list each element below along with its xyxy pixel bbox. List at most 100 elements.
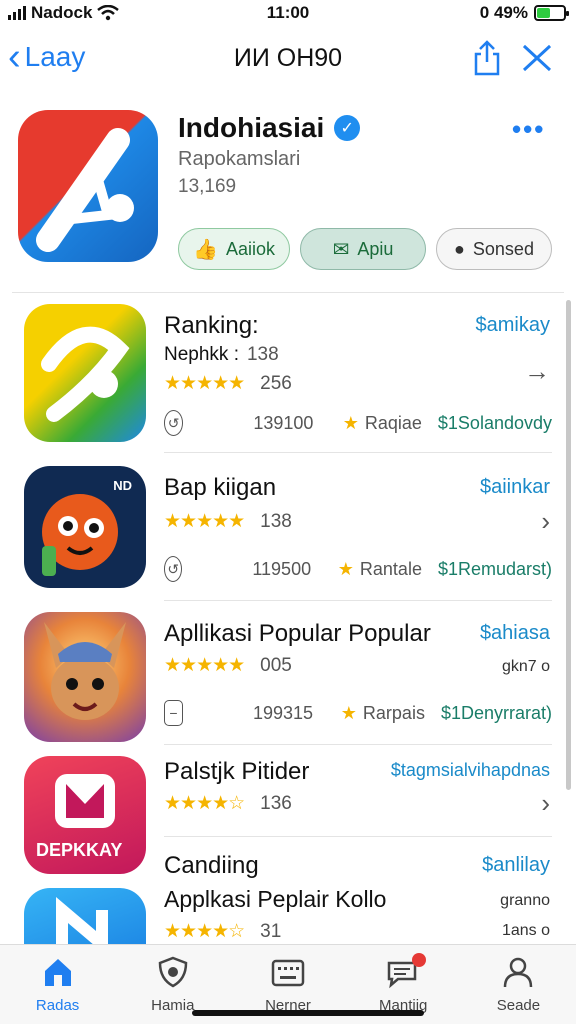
app-price[interactable]: $anlilay [482,854,550,877]
list-item[interactable]: ND Bap kiigan $aiinkar ★★★★★ 138 › ↺ 119… [0,462,560,602]
app-stats: ↺ 139100 ★ Raqiae $1Solandovdy [164,410,552,436]
featured-app-subtitle: Rapokamslari [178,148,301,170]
battery-percent: 0 49% [479,3,528,22]
action-button-1[interactable]: 👍 Aaiiok [178,228,290,270]
keyboard-icon [271,959,305,987]
n-logo-icon [56,897,108,948]
rating-stars: ★★★★★ [164,511,245,532]
chevron-right-icon[interactable]: › [541,788,550,819]
tag-label: Rantale [359,558,422,579]
tab-label: Hamia [151,997,195,1014]
person-icon [504,957,533,988]
ranking-tag: ★ Rarpais [341,703,425,724]
list-item[interactable]: Candiing Applkasi Peplair Kollo $anlilay… [0,846,560,948]
side-note-2: 1ans o [501,922,550,939]
rating-count: 136 [260,792,292,814]
list-item[interactable]: Ranking: $amikay Nephkk : 138 ★★★★★ 256 … [0,300,560,450]
star-icon: ★ [337,558,354,579]
list-item[interactable]: Apllikasi Popular Popular $ahiasa ★★★★★ … [0,610,560,742]
side-note: gkn7 o [501,658,550,675]
app-title: Apllikasi Popular Popular [164,620,431,647]
action-button-2[interactable]: ✉ Apiu [300,228,426,270]
rating-stars: ★★★★☆ [164,793,245,814]
more-options-icon[interactable]: ••• [512,114,545,145]
clock-icon: ↺ [164,410,184,436]
battery-icon [534,5,569,21]
app-rating: ★★★★☆ 31 [164,920,281,943]
brand-mark-icon [36,128,134,252]
app-icon [24,612,146,742]
developer-link[interactable]: $1Denyrrarat) [441,703,552,724]
divider [164,744,552,745]
pin-icon: ● [454,238,465,259]
notification-badge [411,953,426,967]
scrollbar[interactable] [566,300,571,790]
app-title: Candiing [164,852,259,879]
action-button-3[interactable]: ● Sonsed [436,228,552,270]
tag-label: Rarpais [362,702,425,723]
app-name-text: Indohiasiai [178,112,325,143]
verified-icon: ✓ [334,115,361,141]
divider [164,600,552,601]
app-icon [24,304,146,442]
app-price[interactable]: $ahiasa [480,622,550,645]
rating-count: 31 [260,920,282,942]
ranking-tag: ★ Raqiae [343,413,422,434]
developer-link[interactable]: $1Solandovdy [438,413,552,434]
downloads-count: 119500 [252,558,312,579]
divider [164,452,552,453]
divider [164,836,552,837]
star-icon: ★ [340,702,357,723]
action-button-3-label: Sonsed [472,238,534,259]
star-icon: ★ [342,412,359,433]
share-icon[interactable] [472,40,502,76]
featured-app-name: Indohiasiai ✓ [178,112,361,144]
app-price[interactable]: $amikay [476,314,550,337]
developer-link[interactable]: $1Remudarst) [438,559,552,580]
app-rating: ★★★★★ 138 [164,510,292,533]
tab-label: Seade [496,997,541,1014]
chevron-right-icon[interactable]: › [541,506,550,537]
tab-profile[interactable]: Seade [461,945,576,1024]
app-rating: ★★★★★ 005 [164,654,292,677]
status-right: 0 49% [479,3,569,23]
home-indicator[interactable] [192,1010,424,1016]
home-icon [44,959,71,986]
app-title: Palstjk Pitider [164,758,310,785]
rating-stars: ★★★★★ [164,655,245,676]
downloads-count: 199315 [252,702,314,723]
app-stats: − 199315 ★ Rarpais $1Denyrrarat) [164,700,552,726]
app-stats: ↺ 119500 ★ Rantale $1Remudarst) [164,556,552,582]
app-icon: ND [24,466,146,588]
app-title: Ranking: [164,312,259,339]
action-button-2-label: Apiu [357,238,394,259]
mail-icon: ✉ [332,238,350,261]
rating-count: 256 [260,372,292,394]
list-item[interactable]: DEPKKAY Palstjk Pitider $tagmsialvihapdn… [0,752,560,874]
app-rating: ★★★★★ 256 [164,372,292,395]
thumb-icon: 👍 [193,238,218,261]
tag-label: Raqiae [364,412,422,433]
tab-label: Radas [35,997,80,1014]
divider [12,292,564,293]
small-tag-label: ND [113,478,132,493]
app-meta: Nephkk : 138 [164,344,279,366]
clock-icon: ↺ [164,556,183,582]
rating-count: 138 [260,510,292,532]
app-subtitle: Applkasi Peplair Kollo [164,886,387,912]
app-rating: ★★★★☆ 136 [164,792,292,815]
app-title: Bap kiigan [164,474,277,501]
action-button-1-label: Aaiiok [225,238,275,259]
rating-stars: ★★★★★ [164,373,245,394]
minus-icon: − [164,700,183,726]
app-price[interactable]: $tagmsialvihapdnas [391,760,550,781]
bookmark-cross-icon[interactable] [520,42,554,74]
rating-stars: ★★★★☆ [164,921,245,942]
downloads-count: 139100 [253,412,314,433]
kangaroo-logo-icon [44,622,126,720]
featured-app-icon[interactable] [18,110,158,262]
tab-home[interactable]: Radas [0,945,115,1024]
chevron-right-icon[interactable]: → [524,356,550,387]
ranking-tag: ★ Rantale [338,559,422,580]
app-price[interactable]: $aiinkar [480,476,550,499]
